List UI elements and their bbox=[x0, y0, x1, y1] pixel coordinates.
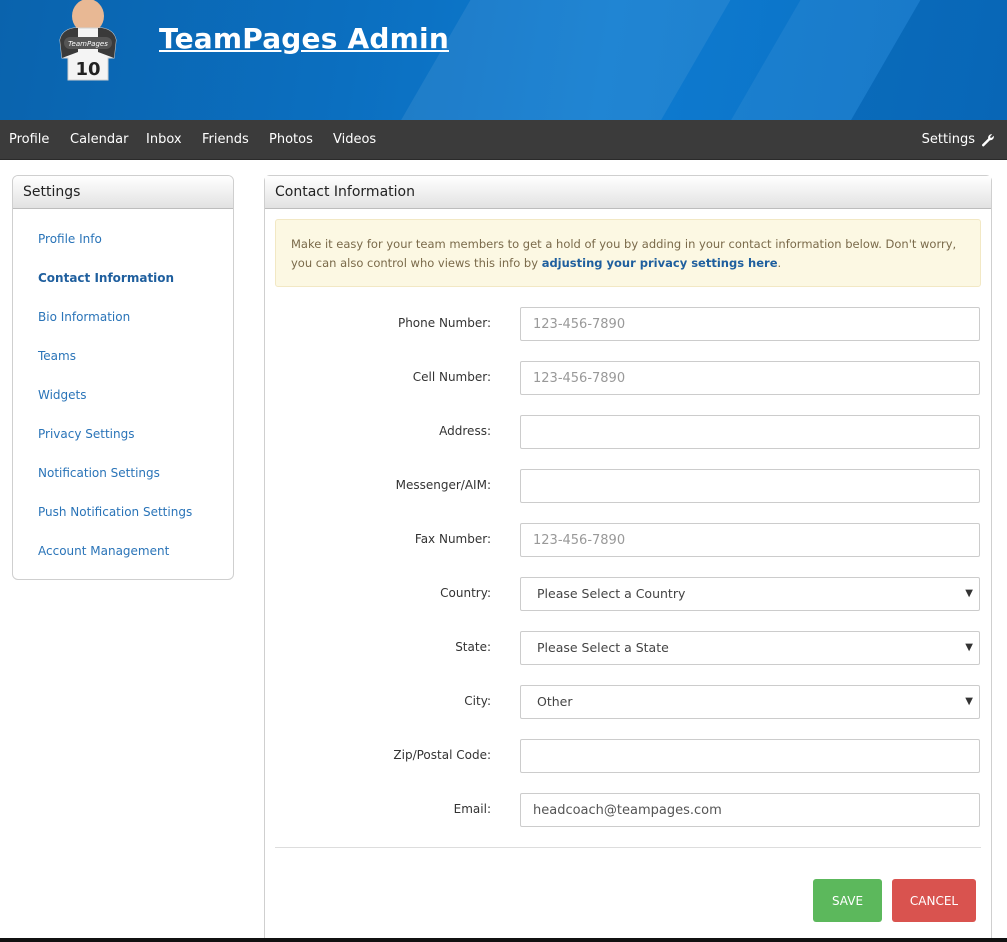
nav-profile[interactable]: Profile bbox=[9, 120, 49, 160]
notice-suffix: . bbox=[777, 256, 782, 270]
logo-number: 10 bbox=[75, 59, 100, 80]
main-nav: Profile Calendar Inbox Friends Photos Vi… bbox=[0, 120, 1007, 160]
nav-friends[interactable]: Friends bbox=[202, 120, 249, 160]
teampages-logo[interactable]: TeamPages 10 bbox=[52, 0, 124, 84]
city-label: City: bbox=[464, 694, 491, 708]
sidebar-item-push-notification-settings[interactable]: Push Notification Settings bbox=[38, 505, 192, 519]
dropdown-arrow-icon: ▼ bbox=[965, 588, 973, 599]
nav-settings-label: Settings bbox=[921, 132, 975, 147]
state-select[interactable]: Please Select a State ▼ bbox=[520, 631, 980, 665]
site-title[interactable]: TeamPages Admin bbox=[159, 22, 449, 55]
messenger-label: Messenger/AIM: bbox=[395, 478, 491, 492]
email-input[interactable] bbox=[520, 793, 980, 827]
banner-stripe bbox=[378, 0, 742, 120]
sidebar-title: Settings bbox=[13, 176, 233, 209]
nav-videos[interactable]: Videos bbox=[333, 120, 376, 160]
logo-text: TeamPages bbox=[68, 40, 108, 48]
nav-inbox[interactable]: Inbox bbox=[146, 120, 182, 160]
state-label: State: bbox=[455, 640, 491, 654]
address-label: Address: bbox=[439, 424, 491, 438]
info-notice: Make it easy for your team members to ge… bbox=[275, 219, 981, 287]
dropdown-arrow-icon: ▼ bbox=[965, 642, 973, 653]
sidebar-item-contact-information[interactable]: Contact Information bbox=[38, 271, 174, 285]
sidebar-item-privacy-settings[interactable]: Privacy Settings bbox=[38, 427, 134, 441]
sidebar-item-profile-info[interactable]: Profile Info bbox=[38, 232, 102, 246]
sidebar-item-widgets[interactable]: Widgets bbox=[38, 388, 87, 402]
country-selected-value: Please Select a Country bbox=[537, 586, 686, 601]
address-input[interactable] bbox=[520, 415, 980, 449]
save-button[interactable]: SAVE bbox=[813, 879, 882, 922]
email-label: Email: bbox=[453, 802, 491, 816]
zip-label: Zip/Postal Code: bbox=[393, 748, 491, 762]
city-select[interactable]: Other ▼ bbox=[520, 685, 980, 719]
messenger-input[interactable] bbox=[520, 469, 980, 503]
wrench-icon bbox=[982, 134, 994, 147]
fax-label: Fax Number: bbox=[414, 532, 491, 546]
header-banner: TeamPages 10 TeamPages Admin bbox=[0, 0, 1007, 120]
form-divider bbox=[275, 847, 981, 848]
cell-label: Cell Number: bbox=[412, 370, 491, 384]
sidebar-item-bio-information[interactable]: Bio Information bbox=[38, 310, 130, 324]
fax-input[interactable] bbox=[520, 523, 980, 557]
sidebar-item-account-management[interactable]: Account Management bbox=[38, 544, 169, 558]
panel-title: Contact Information bbox=[265, 176, 991, 209]
bottom-edge bbox=[0, 938, 1007, 942]
jersey-avatar-icon: TeamPages 10 bbox=[59, 0, 117, 81]
sidebar-item-notification-settings[interactable]: Notification Settings bbox=[38, 466, 160, 480]
settings-sidebar: Settings Profile Info Contact Informatio… bbox=[12, 175, 234, 580]
state-selected-value: Please Select a State bbox=[537, 640, 669, 655]
phone-input[interactable] bbox=[520, 307, 980, 341]
sidebar-item-teams[interactable]: Teams bbox=[38, 349, 76, 363]
nav-calendar[interactable]: Calendar bbox=[70, 120, 128, 160]
dropdown-arrow-icon: ▼ bbox=[965, 696, 973, 707]
nav-settings[interactable]: Settings bbox=[922, 120, 995, 160]
country-label: Country: bbox=[440, 586, 491, 600]
cell-input[interactable] bbox=[520, 361, 980, 395]
privacy-settings-link[interactable]: adjusting your privacy settings here bbox=[542, 256, 778, 270]
cancel-button[interactable]: CANCEL bbox=[892, 879, 976, 922]
contact-info-panel: Contact Information Make it easy for you… bbox=[264, 175, 992, 942]
nav-photos[interactable]: Photos bbox=[269, 120, 313, 160]
phone-label: Phone Number: bbox=[397, 316, 491, 330]
city-selected-value: Other bbox=[537, 694, 573, 709]
zip-input[interactable] bbox=[520, 739, 980, 773]
country-select[interactable]: Please Select a Country ▼ bbox=[520, 577, 980, 611]
